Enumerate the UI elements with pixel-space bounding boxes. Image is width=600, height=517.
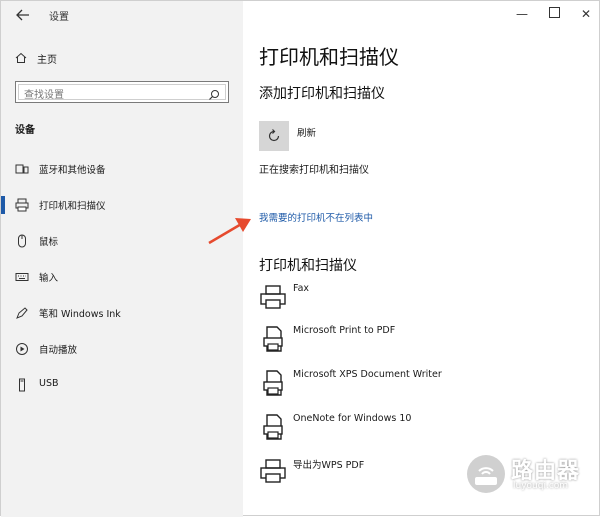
- back-arrow-icon[interactable]: [15, 7, 35, 23]
- router-logo-icon: [465, 453, 507, 499]
- sidebar-item-bluetooth[interactable]: 蓝牙和其他设备: [1, 157, 243, 181]
- sidebar-section-title: 设备: [15, 125, 35, 136]
- printer-name: 导出为WPS PDF: [293, 460, 365, 471]
- window-title: 设置: [49, 12, 69, 23]
- refresh-button[interactable]: [259, 121, 289, 151]
- search-placeholder: 查找设置: [24, 90, 64, 101]
- sidebar-item-label: 输入: [39, 273, 59, 284]
- autoplay-icon: [15, 341, 29, 355]
- settings-window: 设置 主页 查找设置 设备 蓝牙和其他设备 打印机和扫描仪 鼠标 输入 笔和 W…: [0, 0, 600, 517]
- printer-name: OneNote for Windows 10: [293, 413, 412, 424]
- watermark: 路由器 luyouqi.com: [459, 447, 599, 503]
- sidebar-item-label: 笔和 Windows Ink: [39, 309, 121, 320]
- printer-not-listed-link[interactable]: 我需要的打印机不在列表中: [259, 210, 373, 224]
- sidebar: 设置 主页 查找设置 设备 蓝牙和其他设备 打印机和扫描仪 鼠标 输入 笔和 W…: [1, 1, 243, 517]
- onenote-printer-icon: [259, 413, 287, 441]
- bluetooth-devices-icon: [15, 161, 29, 175]
- annotation-arrow: [205, 213, 255, 247]
- active-indicator: [1, 196, 5, 214]
- printers-list-title: 打印机和扫描仪: [259, 258, 357, 274]
- sidebar-item-usb[interactable]: USB: [1, 373, 243, 397]
- sidebar-item-label: 蓝牙和其他设备: [39, 165, 106, 176]
- keyboard-icon: [15, 269, 29, 283]
- search-input[interactable]: 查找设置: [15, 81, 229, 103]
- minimize-button[interactable]: —: [509, 5, 535, 23]
- sidebar-item-label: USB: [39, 378, 59, 389]
- sidebar-item-label: 打印机和扫描仪: [39, 201, 106, 212]
- usb-icon: [15, 377, 29, 392]
- refresh-label: 刷新: [297, 128, 317, 139]
- wps-printer-icon: [259, 457, 287, 485]
- search-icon[interactable]: [208, 86, 220, 100]
- printer-item-pdf[interactable]: Microsoft Print to PDF: [259, 325, 589, 359]
- printer-item-xps[interactable]: Microsoft XPS Document Writer: [259, 369, 589, 403]
- printer-icon: [15, 197, 29, 212]
- home-icon: [15, 49, 27, 68]
- printer-item-onenote[interactable]: OneNote for Windows 10: [259, 413, 589, 447]
- sidebar-item-label: 自动播放: [39, 345, 78, 356]
- add-section-title: 添加打印机和扫描仪: [259, 86, 385, 102]
- sidebar-item-label: 鼠标: [39, 237, 59, 248]
- maximize-icon: [548, 7, 560, 18]
- printer-name: Microsoft Print to PDF: [293, 325, 396, 336]
- close-button[interactable]: ✕: [573, 5, 599, 23]
- pdf-printer-icon: [259, 325, 287, 353]
- searching-status: 正在搜索打印机和扫描仪: [259, 165, 369, 176]
- printer-item-fax[interactable]: Fax: [259, 283, 589, 317]
- sidebar-item-autoplay[interactable]: 自动播放: [1, 337, 243, 361]
- home-nav-item[interactable]: 主页: [15, 49, 57, 67]
- printer-name: Fax: [293, 283, 310, 294]
- watermark-subtext: luyouqi.com: [513, 481, 569, 491]
- fax-printer-icon: [259, 283, 287, 311]
- pen-icon: [15, 305, 29, 319]
- xps-printer-icon: [259, 369, 287, 397]
- page-title: 打印机和扫描仪: [259, 45, 399, 69]
- home-label: 主页: [37, 54, 57, 66]
- refresh-icon: [266, 128, 282, 148]
- printer-name: Microsoft XPS Document Writer: [293, 369, 442, 380]
- maximize-button[interactable]: [541, 5, 567, 23]
- sidebar-item-pen[interactable]: 笔和 Windows Ink: [1, 301, 243, 325]
- mouse-icon: [15, 233, 29, 248]
- sidebar-item-typing[interactable]: 输入: [1, 265, 243, 289]
